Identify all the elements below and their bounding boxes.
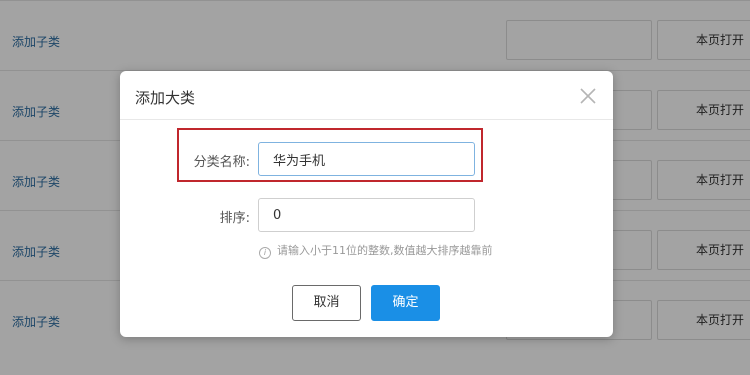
- close-icon[interactable]: [579, 87, 597, 105]
- category-name-label: 分类名称:: [193, 155, 250, 170]
- category-name-input[interactable]: [258, 142, 475, 176]
- confirm-button[interactable]: 确定: [371, 285, 440, 321]
- dialog-title: 添加大类: [135, 89, 196, 107]
- cancel-button[interactable]: 取消: [292, 285, 361, 321]
- sort-input[interactable]: [258, 198, 475, 232]
- dialog-header: 添加大类: [120, 71, 613, 120]
- sort-hint-text: 请输入小于11位的整数,数值越大排序越靠前: [277, 244, 493, 257]
- info-icon: i: [259, 247, 271, 259]
- sort-hint: i 请输入小于11位的整数,数值越大排序越靠前: [259, 242, 493, 259]
- add-category-dialog: 添加大类 分类名称: 排序: i 请输入小于11位的整数,数值越大排序越靠前 取消…: [120, 71, 613, 337]
- sort-label: 排序:: [219, 211, 250, 226]
